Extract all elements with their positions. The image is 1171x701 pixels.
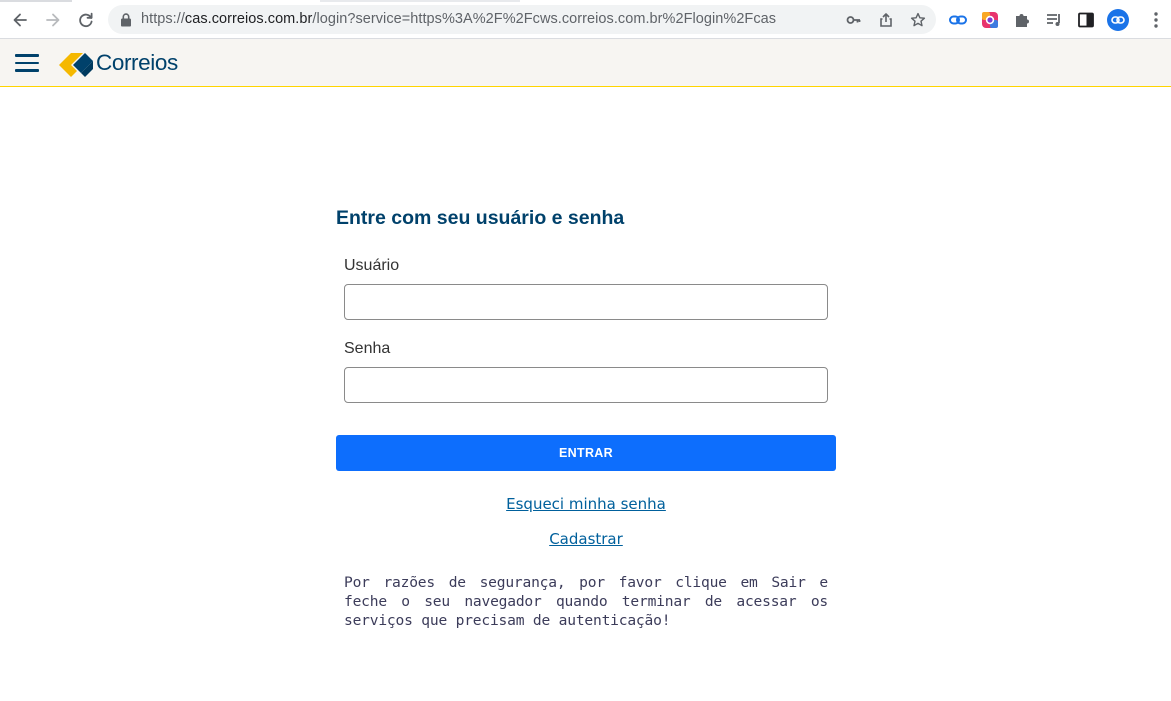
puzzle-icon[interactable] xyxy=(1013,11,1031,29)
key-icon[interactable] xyxy=(846,12,862,28)
reload-icon[interactable] xyxy=(74,8,98,32)
browser-toolbar: https://cas.correios.com.br/login?servic… xyxy=(0,0,1171,39)
submit-button[interactable]: ENTRAR xyxy=(336,435,836,471)
site-header: Correios xyxy=(0,39,1171,87)
correios-logo[interactable]: Correios xyxy=(59,49,178,77)
media-icon[interactable] xyxy=(1045,11,1063,29)
password-input[interactable] xyxy=(344,367,828,403)
hamburger-line xyxy=(15,61,39,64)
tab-strip-edge xyxy=(0,0,72,2)
lock-icon[interactable] xyxy=(119,12,133,27)
hamburger-line xyxy=(15,69,39,72)
color-extension-icon[interactable] xyxy=(981,11,999,29)
menu-icon[interactable] xyxy=(1148,11,1164,29)
profile-icon[interactable] xyxy=(1107,9,1129,31)
username-label: Usuário xyxy=(344,257,400,274)
tab-strip-edge xyxy=(320,0,520,2)
forward-icon[interactable] xyxy=(41,8,65,32)
forgot-password-link[interactable]: Esqueci minha senha xyxy=(336,495,836,513)
correios-logo-mark-icon xyxy=(59,53,93,77)
login-form: Entre com seu usuário e senha Usuário Se… xyxy=(336,205,836,629)
url-path: /login?service=https%3A%2F%2Fcws.correio… xyxy=(312,11,777,27)
url-scheme: https:// xyxy=(141,11,185,27)
star-icon[interactable] xyxy=(910,12,926,28)
security-notice: Por razões de segurança, por favor cliqu… xyxy=(344,574,828,629)
hamburger-line xyxy=(15,54,39,57)
register-link[interactable]: Cadastrar xyxy=(336,530,836,548)
username-input[interactable] xyxy=(344,284,828,320)
password-label: Senha xyxy=(344,340,391,357)
logo-text: Correios xyxy=(96,50,178,75)
back-icon[interactable] xyxy=(8,8,32,32)
address-bar[interactable]: https://cas.correios.com.br/login?servic… xyxy=(108,5,936,34)
page-title: Entre com seu usuário e senha xyxy=(336,207,625,229)
url-host: cas.correios.com.br xyxy=(184,11,313,27)
share-icon[interactable] xyxy=(878,12,894,28)
hamburger-menu-icon[interactable] xyxy=(15,54,39,72)
link-extension-icon[interactable] xyxy=(949,11,967,29)
url-text[interactable]: https://cas.correios.com.br/login?servic… xyxy=(141,11,776,27)
sidepanel-icon[interactable] xyxy=(1077,11,1095,29)
profile-link-icon xyxy=(1111,16,1125,24)
